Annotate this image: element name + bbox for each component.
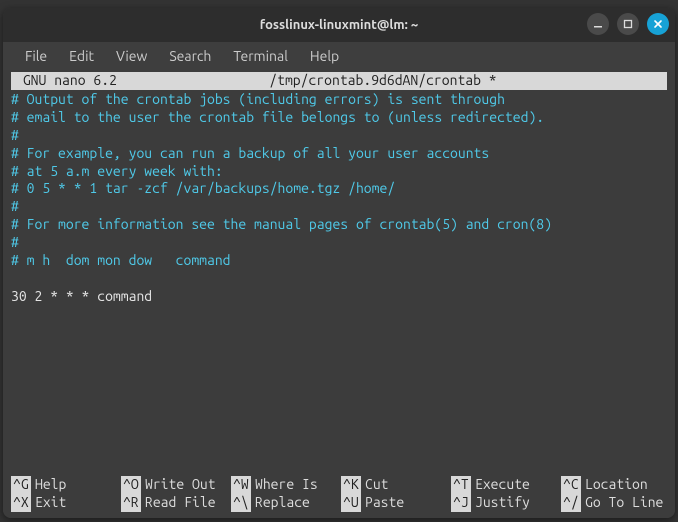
shortcut: ^UPaste bbox=[341, 494, 447, 512]
editor-line: # 0 5 * * 1 tar -zcf /var/backups/home.t… bbox=[11, 180, 667, 198]
nano-modified bbox=[649, 72, 663, 90]
shortcut: ^TExecute bbox=[451, 476, 557, 494]
shortcut-key: ^T bbox=[451, 476, 471, 494]
shortcut-key: ^C bbox=[561, 476, 581, 494]
editor-line: # For more information see the manual pa… bbox=[11, 216, 667, 234]
shortcut-label: Where Is bbox=[255, 476, 318, 494]
shortcut: ^CLocation bbox=[561, 476, 667, 494]
terminal-area[interactable]: GNU nano 6.2 /tmp/crontab.9d6dAN/crontab… bbox=[3, 70, 675, 518]
close-icon bbox=[653, 19, 663, 29]
shortcut: ^JJustify bbox=[451, 494, 557, 512]
terminal-window: fosslinux-linuxmint@lm: ~ File Edit View… bbox=[3, 8, 675, 518]
shortcut-label: Paste bbox=[365, 494, 404, 512]
shortcut-key: ^K bbox=[341, 476, 361, 494]
shortcut-key: ^X bbox=[11, 494, 31, 512]
editor-line: # bbox=[11, 234, 667, 252]
editor-line: # Output of the crontab jobs (including … bbox=[11, 91, 667, 109]
shortcut-label: Read File bbox=[145, 494, 216, 512]
minimize-icon bbox=[593, 19, 603, 29]
editor-content[interactable]: # Output of the crontab jobs (including … bbox=[11, 90, 667, 476]
shortcut-key: ^U bbox=[341, 494, 361, 512]
titlebar: fosslinux-linuxmint@lm: ~ bbox=[3, 8, 675, 42]
shortcut-label: Execute bbox=[475, 476, 530, 494]
shortcut-key: ^W bbox=[231, 476, 251, 494]
menu-edit[interactable]: Edit bbox=[59, 44, 104, 68]
shortcut: ^RRead File bbox=[121, 494, 227, 512]
shortcuts-bar: ^GHelp^OWrite Out^WWhere Is^KCut^TExecut… bbox=[11, 476, 667, 514]
editor-line bbox=[11, 270, 667, 288]
nano-filepath: /tmp/crontab.9d6dAN/crontab * bbox=[117, 72, 649, 90]
shortcut-key: ^/ bbox=[561, 494, 581, 512]
window-title: fosslinux-linuxmint@lm: ~ bbox=[260, 18, 418, 32]
editor-line: # email to the user the crontab file bel… bbox=[11, 109, 667, 127]
editor-line: # bbox=[11, 198, 667, 216]
shortcut: ^KCut bbox=[341, 476, 447, 494]
editor-line: # For example, you can run a backup of a… bbox=[11, 145, 667, 163]
shortcut: ^XExit bbox=[11, 494, 117, 512]
shortcut-key: ^R bbox=[121, 494, 141, 512]
shortcut-label: Cut bbox=[365, 476, 389, 494]
close-button[interactable] bbox=[647, 13, 669, 35]
shortcut-label: Help bbox=[35, 476, 66, 494]
shortcut: ^OWrite Out bbox=[121, 476, 227, 494]
shortcut-label: Justify bbox=[475, 494, 530, 512]
shortcut: ^/Go To Line bbox=[561, 494, 667, 512]
editor-line: # m h dom mon dow command bbox=[11, 252, 667, 270]
shortcut-label: Exit bbox=[35, 494, 66, 512]
shortcut-key: ^G bbox=[11, 476, 31, 494]
shortcut-label: Location bbox=[585, 476, 648, 494]
editor-line: # bbox=[11, 127, 667, 145]
menubar: File Edit View Search Terminal Help bbox=[3, 42, 675, 70]
editor-line: # at 5 a.m every week with: bbox=[11, 163, 667, 181]
nano-version: GNU nano 6.2 bbox=[15, 72, 117, 90]
shortcut: ^WWhere Is bbox=[231, 476, 337, 494]
minimize-button[interactable] bbox=[587, 13, 609, 35]
menu-search[interactable]: Search bbox=[159, 44, 221, 68]
shortcut-key: ^J bbox=[451, 494, 471, 512]
menu-help[interactable]: Help bbox=[300, 44, 349, 68]
shortcut-label: Go To Line bbox=[585, 494, 663, 512]
maximize-button[interactable] bbox=[617, 13, 639, 35]
menu-terminal[interactable]: Terminal bbox=[223, 44, 298, 68]
shortcut-label: Replace bbox=[255, 494, 310, 512]
shortcut-label: Write Out bbox=[145, 476, 216, 494]
shortcut-key: ^O bbox=[121, 476, 141, 494]
editor-line: 30 2 * * * command bbox=[11, 288, 667, 306]
maximize-icon bbox=[623, 19, 633, 29]
menu-view[interactable]: View bbox=[106, 44, 157, 68]
shortcut: ^\Replace bbox=[231, 494, 337, 512]
menu-file[interactable]: File bbox=[15, 44, 57, 68]
window-controls bbox=[587, 13, 669, 35]
shortcut: ^GHelp bbox=[11, 476, 117, 494]
shortcut-key: ^\ bbox=[231, 494, 251, 512]
nano-header: GNU nano 6.2 /tmp/crontab.9d6dAN/crontab… bbox=[11, 72, 667, 90]
